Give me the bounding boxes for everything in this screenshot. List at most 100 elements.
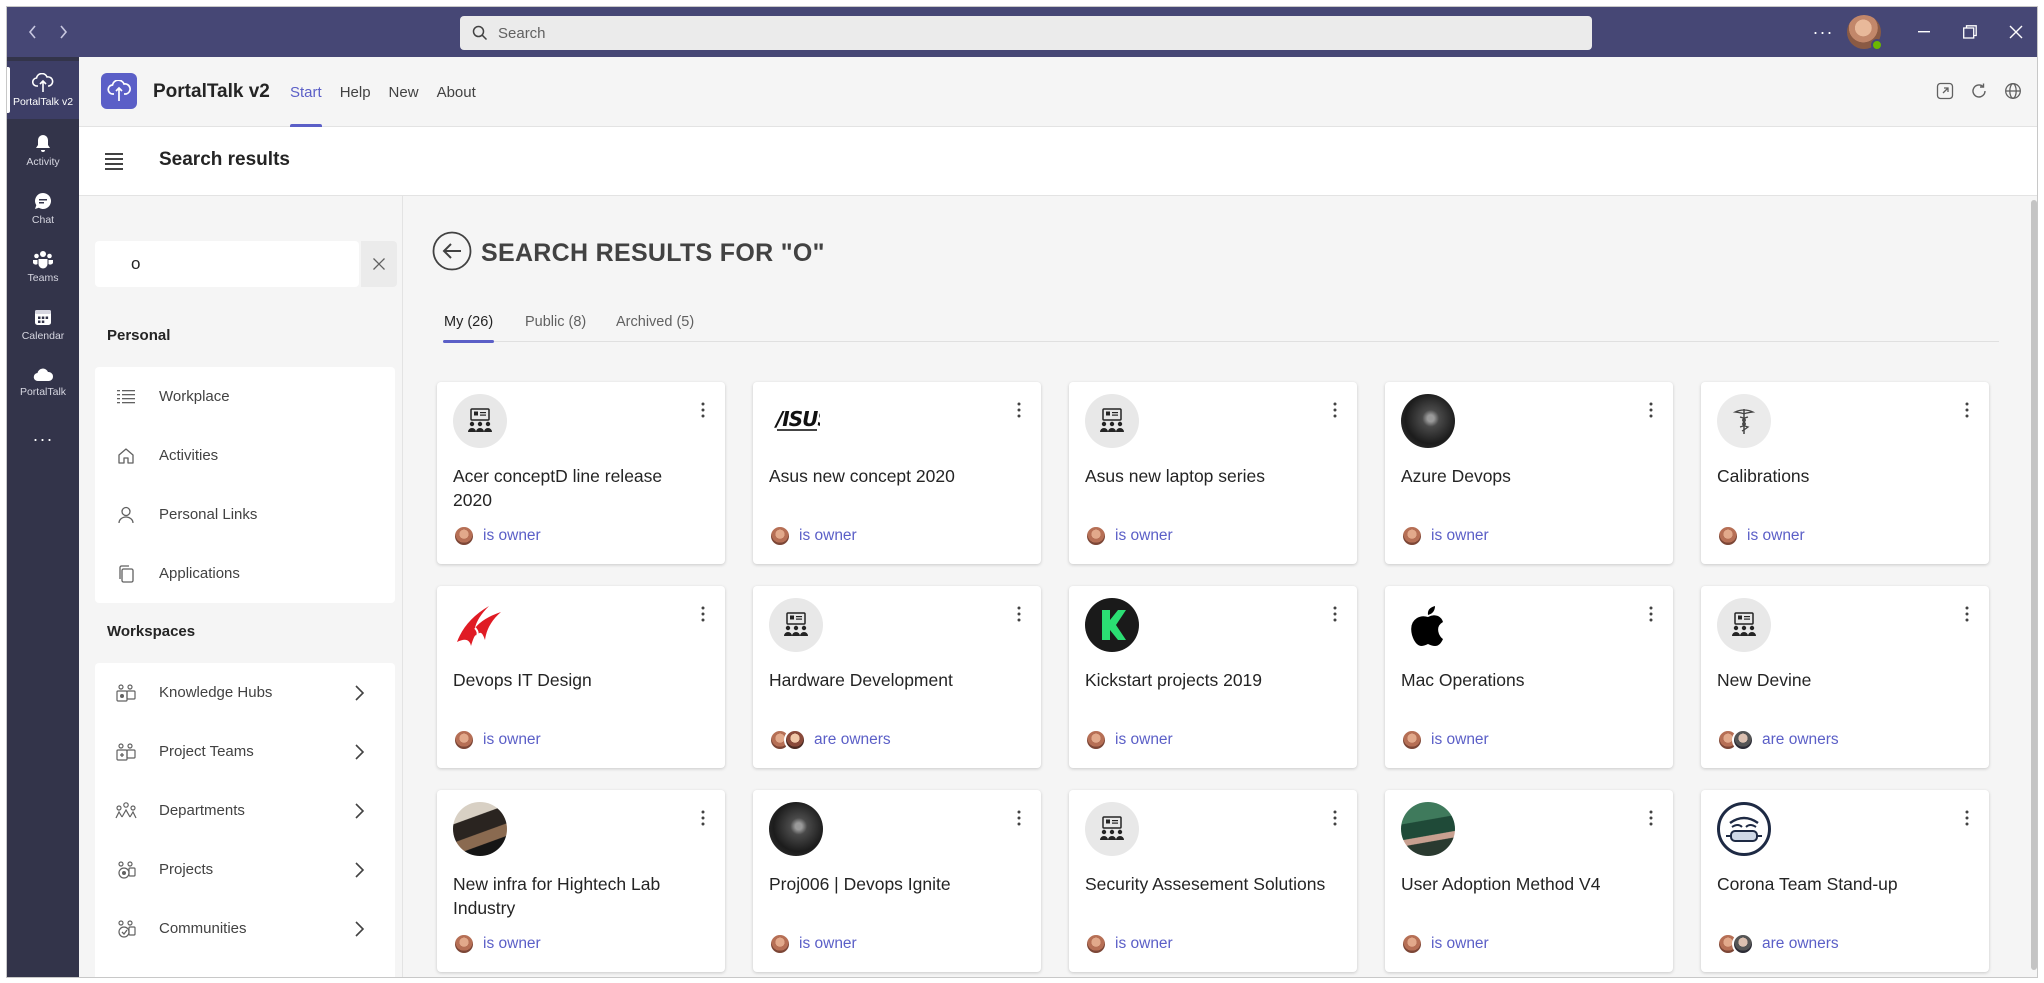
results-heading: SEARCH RESULTS FOR "O" [481, 239, 825, 267]
globe-icon[interactable] [2003, 81, 2023, 101]
copy-icon [115, 563, 137, 585]
tab-my[interactable]: My (26) [442, 302, 495, 343]
workspace-search-input[interactable] [95, 241, 359, 287]
card-title: Security Assesement Solutions [1085, 874, 1326, 894]
rail-item-teams[interactable]: Teams [7, 237, 79, 295]
workspace-item-departments[interactable]: Departments [95, 781, 395, 840]
chevron-right-icon [353, 801, 365, 821]
more-vertical-icon[interactable] [1329, 400, 1341, 420]
tab-public[interactable]: Public (8) [525, 302, 586, 342]
left-panel: Personal Workplace Activities Personal L… [79, 196, 403, 977]
back-nav-button[interactable] [21, 20, 45, 44]
cloud-icon [32, 367, 54, 383]
rog-logo [453, 598, 507, 652]
avatar [1085, 729, 1107, 751]
personal-item-activities[interactable]: Activities [95, 426, 395, 485]
more-vertical-icon[interactable] [1329, 808, 1341, 828]
workspace-card[interactable]: Asus new laptop series is owner [1069, 382, 1357, 564]
tab-about[interactable]: About [428, 57, 485, 127]
owner-info: is owner [1085, 933, 1173, 955]
owner-info: is owner [453, 525, 541, 547]
workspace-card[interactable]: Security Assesement Solutions is owner [1069, 790, 1357, 972]
more-options-button[interactable]: ··· [1803, 7, 1843, 57]
svg-text:/ISUS: /ISUS [774, 407, 820, 431]
owner-label: is owner [1115, 731, 1173, 748]
hamburger-menu-icon[interactable] [103, 151, 125, 171]
more-vertical-icon[interactable] [697, 400, 709, 420]
minimize-button[interactable] [1901, 7, 1947, 57]
more-vertical-icon[interactable] [1645, 808, 1657, 828]
workspace-card[interactable]: Corona Team Stand-up are owners [1701, 790, 1989, 972]
popout-icon[interactable] [1935, 81, 1955, 101]
more-vertical-icon[interactable] [1961, 808, 1973, 828]
workspace-card[interactable]: Mac Operations is owner [1385, 586, 1673, 768]
more-vertical-icon[interactable] [1961, 604, 1973, 624]
workspace-card[interactable]: Calibrations is owner [1701, 382, 1989, 564]
workspace-item-projects[interactable]: Projects [95, 840, 395, 899]
avatar [453, 525, 475, 547]
vertical-scrollbar[interactable] [2031, 200, 2037, 970]
more-vertical-icon[interactable] [1013, 604, 1025, 624]
rail-item-activity[interactable]: Activity [7, 121, 79, 179]
more-vertical-icon[interactable] [1645, 604, 1657, 624]
workspace-item-project-teams[interactable]: Project Teams [95, 722, 395, 781]
workspace-card[interactable]: /ISUS Asus new concept 2020 is owner [753, 382, 1041, 564]
caduceus-icon [1717, 394, 1771, 448]
workspace-item-knowledge-hubs[interactable]: Knowledge Hubs [95, 663, 395, 722]
back-arrow-icon[interactable] [432, 231, 472, 271]
results-tabs: My (26) Public (8) Archived (5) [442, 302, 1999, 343]
workspace-card[interactable]: Azure Devops is owner [1385, 382, 1673, 564]
workspace-card[interactable]: Acer conceptD line release 2020 is owner [437, 382, 725, 564]
avatar [784, 729, 806, 751]
bell-icon [33, 133, 53, 153]
owner-label: are owners [1762, 935, 1839, 952]
workspace-card[interactable]: Hardware Development are owners [753, 586, 1041, 768]
default-workspace-icon [769, 598, 823, 652]
more-vertical-icon[interactable] [1329, 604, 1341, 624]
more-vertical-icon[interactable] [1013, 808, 1025, 828]
user-avatar[interactable] [1847, 15, 1883, 51]
tab-help[interactable]: Help [331, 57, 380, 127]
title-bar: Search ··· [7, 7, 2037, 57]
more-vertical-icon[interactable] [697, 604, 709, 624]
personal-item-label: Workplace [159, 388, 230, 405]
owner-label: are owners [1762, 731, 1839, 748]
more-vertical-icon[interactable] [1013, 400, 1025, 420]
rail-more-apps-button[interactable]: ··· [7, 419, 79, 459]
workspace-card[interactable]: New infra for Hightech Lab Industry is o… [437, 790, 725, 972]
workspace-card[interactable]: New Devine are owners [1701, 586, 1989, 768]
owner-info: is owner [1717, 525, 1805, 547]
workspace-card[interactable]: User Adoption Method V4 is owner [1385, 790, 1673, 972]
tab-archived[interactable]: Archived (5) [616, 302, 694, 342]
more-vertical-icon[interactable] [1645, 400, 1657, 420]
workspace-card[interactable]: Proj006 | Devops Ignite is owner [753, 790, 1041, 972]
workspace-card[interactable]: Devops IT Design is owner [437, 586, 725, 768]
personal-item-workplace[interactable]: Workplace [95, 367, 395, 426]
personal-item-personal-links[interactable]: Personal Links [95, 485, 395, 544]
owner-info: is owner [769, 525, 857, 547]
global-search-box[interactable]: Search [460, 16, 1592, 50]
refresh-icon[interactable] [1969, 81, 1989, 101]
personal-item-applications[interactable]: Applications [95, 544, 395, 603]
rail-item-chat[interactable]: Chat [7, 179, 79, 237]
workspace-item-communities[interactable]: Communities [95, 899, 395, 958]
clear-search-button[interactable] [361, 241, 397, 287]
rail-item-portaltalk[interactable]: PortalTalk [7, 353, 79, 411]
workspace-card[interactable]: Kickstart projects 2019 is owner [1069, 586, 1357, 768]
more-vertical-icon[interactable] [1961, 400, 1973, 420]
asus-logo: /ISUS [769, 394, 823, 448]
rail-item-portaltalk-v2[interactable]: PortalTalk v2 [7, 61, 79, 119]
chat-icon [33, 191, 53, 211]
more-vertical-icon[interactable] [697, 808, 709, 828]
workspace-item-label: Departments [159, 802, 245, 819]
close-window-button[interactable] [1993, 7, 2037, 57]
tab-start[interactable]: Start [281, 57, 331, 127]
restore-button[interactable] [1947, 7, 1993, 57]
owner-label: is owner [1431, 935, 1489, 952]
tab-new[interactable]: New [380, 57, 428, 127]
owner-label: is owner [1115, 527, 1173, 544]
rail-item-calendar[interactable]: Calendar [7, 295, 79, 353]
owner-label: is owner [483, 527, 541, 544]
forward-nav-button[interactable] [51, 20, 75, 44]
avatar [1717, 525, 1739, 547]
